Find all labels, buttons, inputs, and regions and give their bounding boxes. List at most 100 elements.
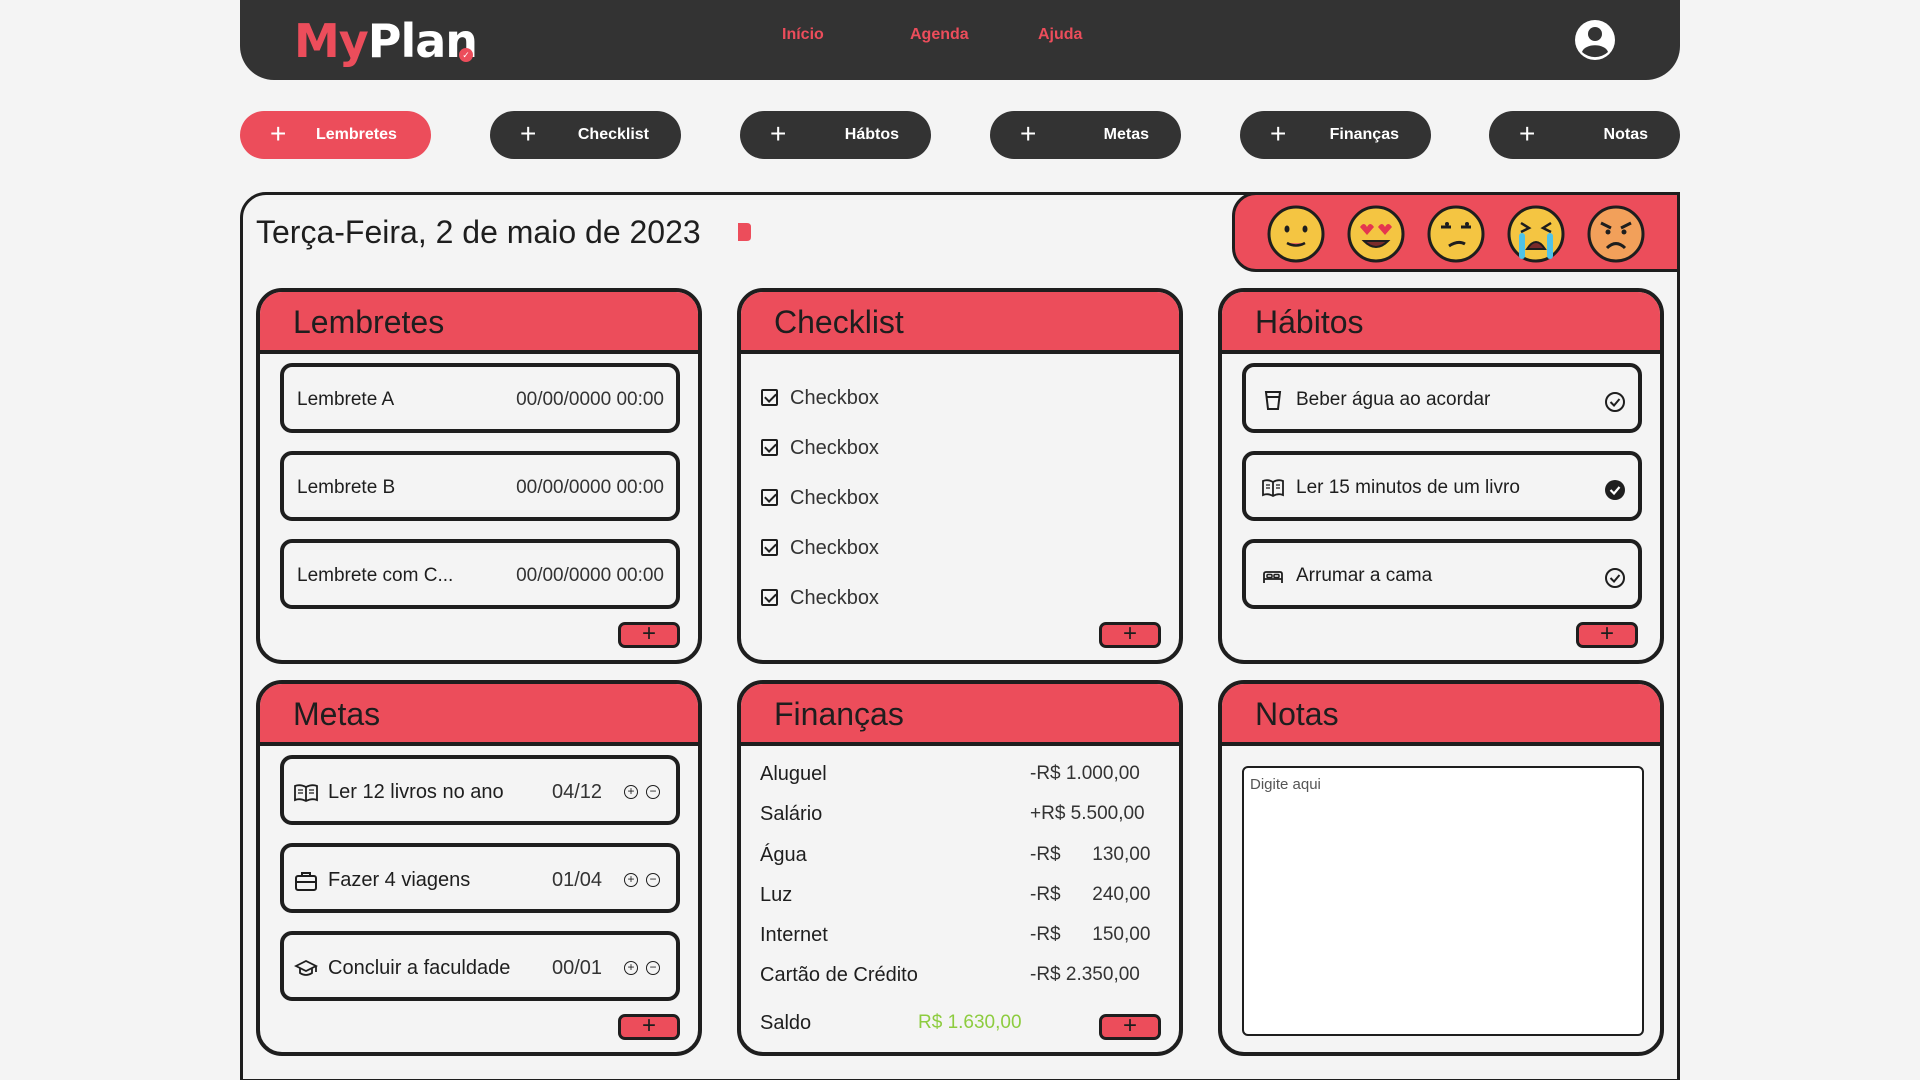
- finance-value: -R$ 2.350,00: [1030, 964, 1140, 985]
- add-financas-button[interactable]: + Finanças: [1240, 111, 1431, 159]
- add-metas-button[interactable]: + Metas: [990, 111, 1181, 159]
- lembrete-item[interactable]: Lembrete B 00/00/0000 00:00: [280, 451, 680, 521]
- lembretes-title: Lembretes: [293, 304, 445, 340]
- add-notas-button[interactable]: + Notas: [1489, 111, 1680, 159]
- meta-progress: 00/01: [552, 957, 603, 979]
- plus-icon: +: [520, 118, 537, 149]
- habito-label: Ler 15 minutos de um livro: [1296, 477, 1520, 498]
- myplan-logo[interactable]: MyPlan: [294, 14, 478, 68]
- notas-card: Notas: [1218, 680, 1664, 1056]
- notas-title: Notas: [1255, 696, 1339, 732]
- finance-row: Internet -R$ 150,00: [760, 924, 1160, 947]
- current-date: Terça-Feira, 2 de maio de 2023: [256, 214, 701, 250]
- decrement-icon[interactable]: −: [646, 785, 660, 799]
- add-lembretes-button[interactable]: + Lembretes: [240, 111, 431, 159]
- habito-item[interactable]: Arrumar a cama: [1242, 539, 1642, 609]
- habitos-title: Hábitos: [1255, 304, 1364, 340]
- add-checklist-item-button[interactable]: +: [1099, 622, 1161, 648]
- finance-value: -R$ 150,00: [1030, 924, 1151, 945]
- add-notas-label: Notas: [1603, 126, 1648, 143]
- lembrete-item[interactable]: Lembrete com C... 00/00/0000 00:00: [280, 539, 680, 609]
- notes-textarea[interactable]: [1242, 766, 1644, 1036]
- add-lembretes-label: Lembretes: [316, 126, 397, 143]
- check-circle-outline-icon[interactable]: [1604, 391, 1626, 413]
- finance-label: Aluguel: [760, 763, 827, 785]
- checklist-item[interactable]: Checkbox: [761, 487, 879, 510]
- saldo-label: Saldo: [760, 1012, 812, 1034]
- checklist-item-label: Checkbox: [790, 487, 879, 509]
- habito-item[interactable]: Beber água ao acordar: [1242, 363, 1642, 433]
- habitos-card: Hábitos Beber água ao acordar Ler 15 min…: [1218, 288, 1664, 664]
- checklist-item-label: Checkbox: [790, 437, 879, 459]
- finance-row: Água -R$ 130,00: [760, 844, 1160, 867]
- lembrete-label: Lembrete A: [297, 389, 395, 410]
- habito-item[interactable]: Ler 15 minutos de um livro: [1242, 451, 1642, 521]
- check-circle-outline-icon[interactable]: [1604, 567, 1626, 589]
- increment-icon[interactable]: +: [624, 961, 638, 975]
- nav-ajuda[interactable]: Ajuda: [1038, 26, 1082, 44]
- user-account-icon[interactable]: [1574, 19, 1616, 61]
- glass-icon: [1264, 391, 1282, 410]
- finance-value: -R$ 130,00: [1030, 844, 1151, 865]
- add-transacao-button[interactable]: +: [1099, 1014, 1161, 1040]
- heart-eyes-face-icon[interactable]: [1347, 205, 1405, 263]
- increment-icon[interactable]: +: [624, 873, 638, 887]
- add-lembrete-button[interactable]: +: [618, 622, 680, 648]
- nav-inicio[interactable]: Início: [782, 26, 824, 44]
- meta-label: Ler 12 livros no ano: [328, 781, 504, 803]
- checklist-card: Checklist Checkbox Checkbox Checkbox Che…: [737, 288, 1183, 664]
- checklist-item[interactable]: Checkbox: [761, 387, 879, 410]
- checkbox-checked-icon[interactable]: [761, 439, 778, 456]
- checklist-item[interactable]: Checkbox: [761, 537, 879, 560]
- finance-label: Internet: [760, 924, 828, 946]
- mood-selector: [1232, 192, 1680, 272]
- finance-label: Salário: [760, 803, 823, 825]
- bed-icon: [1263, 571, 1283, 583]
- checkbox-checked-icon[interactable]: [761, 539, 778, 556]
- plus-icon: +: [770, 118, 787, 149]
- increment-icon[interactable]: +: [624, 785, 638, 799]
- finance-row: Salário +R$ 5.500,00: [760, 803, 1160, 826]
- finance-row: Cartão de Crédito -R$ 2.350,00: [760, 964, 1160, 987]
- nav-agenda[interactable]: Agenda: [910, 26, 969, 44]
- lembrete-item[interactable]: Lembrete A 00/00/0000 00:00: [280, 363, 680, 433]
- checkbox-checked-icon[interactable]: [761, 489, 778, 506]
- lembrete-label: Lembrete B: [297, 477, 396, 498]
- crying-face-icon[interactable]: [1507, 205, 1565, 263]
- checklist-item[interactable]: Checkbox: [761, 437, 879, 460]
- add-habito-button[interactable]: +: [1576, 622, 1638, 648]
- date-arrow-icon[interactable]: [736, 221, 752, 243]
- rolling-eyes-face-icon[interactable]: [1427, 205, 1485, 263]
- add-financas-label: Finanças: [1329, 126, 1399, 143]
- decrement-icon[interactable]: −: [646, 961, 660, 975]
- finance-label: Água: [760, 844, 807, 866]
- check-circle-filled-icon[interactable]: [1604, 479, 1626, 501]
- checklist-item[interactable]: Checkbox: [761, 587, 879, 610]
- finance-row: Aluguel -R$ 1.000,00: [760, 763, 1160, 786]
- suitcase-icon: [295, 872, 317, 891]
- finance-label: Luz: [760, 884, 793, 906]
- checklist-item-label: Checkbox: [790, 587, 879, 609]
- checkbox-checked-icon[interactable]: [761, 389, 778, 406]
- add-checklist-button[interactable]: + Checklist: [490, 111, 681, 159]
- checkbox-checked-icon[interactable]: [761, 589, 778, 606]
- finance-value: +R$ 5.500,00: [1030, 803, 1145, 824]
- finance-value: -R$ 240,00: [1030, 884, 1151, 905]
- graduation-cap-icon: [294, 959, 318, 976]
- meta-item[interactable]: Ler 12 livros no ano 04/12 + −: [280, 755, 680, 825]
- plus-icon: +: [1519, 118, 1536, 149]
- habito-label: Arrumar a cama: [1296, 565, 1433, 586]
- meta-item[interactable]: Concluir a faculdade 00/01 + −: [280, 931, 680, 1001]
- checklist-item-label: Checkbox: [790, 537, 879, 559]
- decrement-icon[interactable]: −: [646, 873, 660, 887]
- meta-label: Fazer 4 viagens: [328, 869, 471, 891]
- neutral-face-icon[interactable]: [1267, 205, 1325, 263]
- saldo-value: R$ 1.630,00: [918, 1012, 1022, 1033]
- add-meta-button[interactable]: +: [618, 1014, 680, 1040]
- angry-face-icon[interactable]: [1587, 205, 1645, 263]
- add-habitos-label: Hábtos: [844, 126, 899, 143]
- meta-item[interactable]: Fazer 4 viagens 01/04 + −: [280, 843, 680, 913]
- add-checklist-label: Checklist: [577, 126, 649, 143]
- add-habitos-button[interactable]: + Hábtos: [740, 111, 931, 159]
- finance-label: Cartão de Crédito: [760, 964, 918, 986]
